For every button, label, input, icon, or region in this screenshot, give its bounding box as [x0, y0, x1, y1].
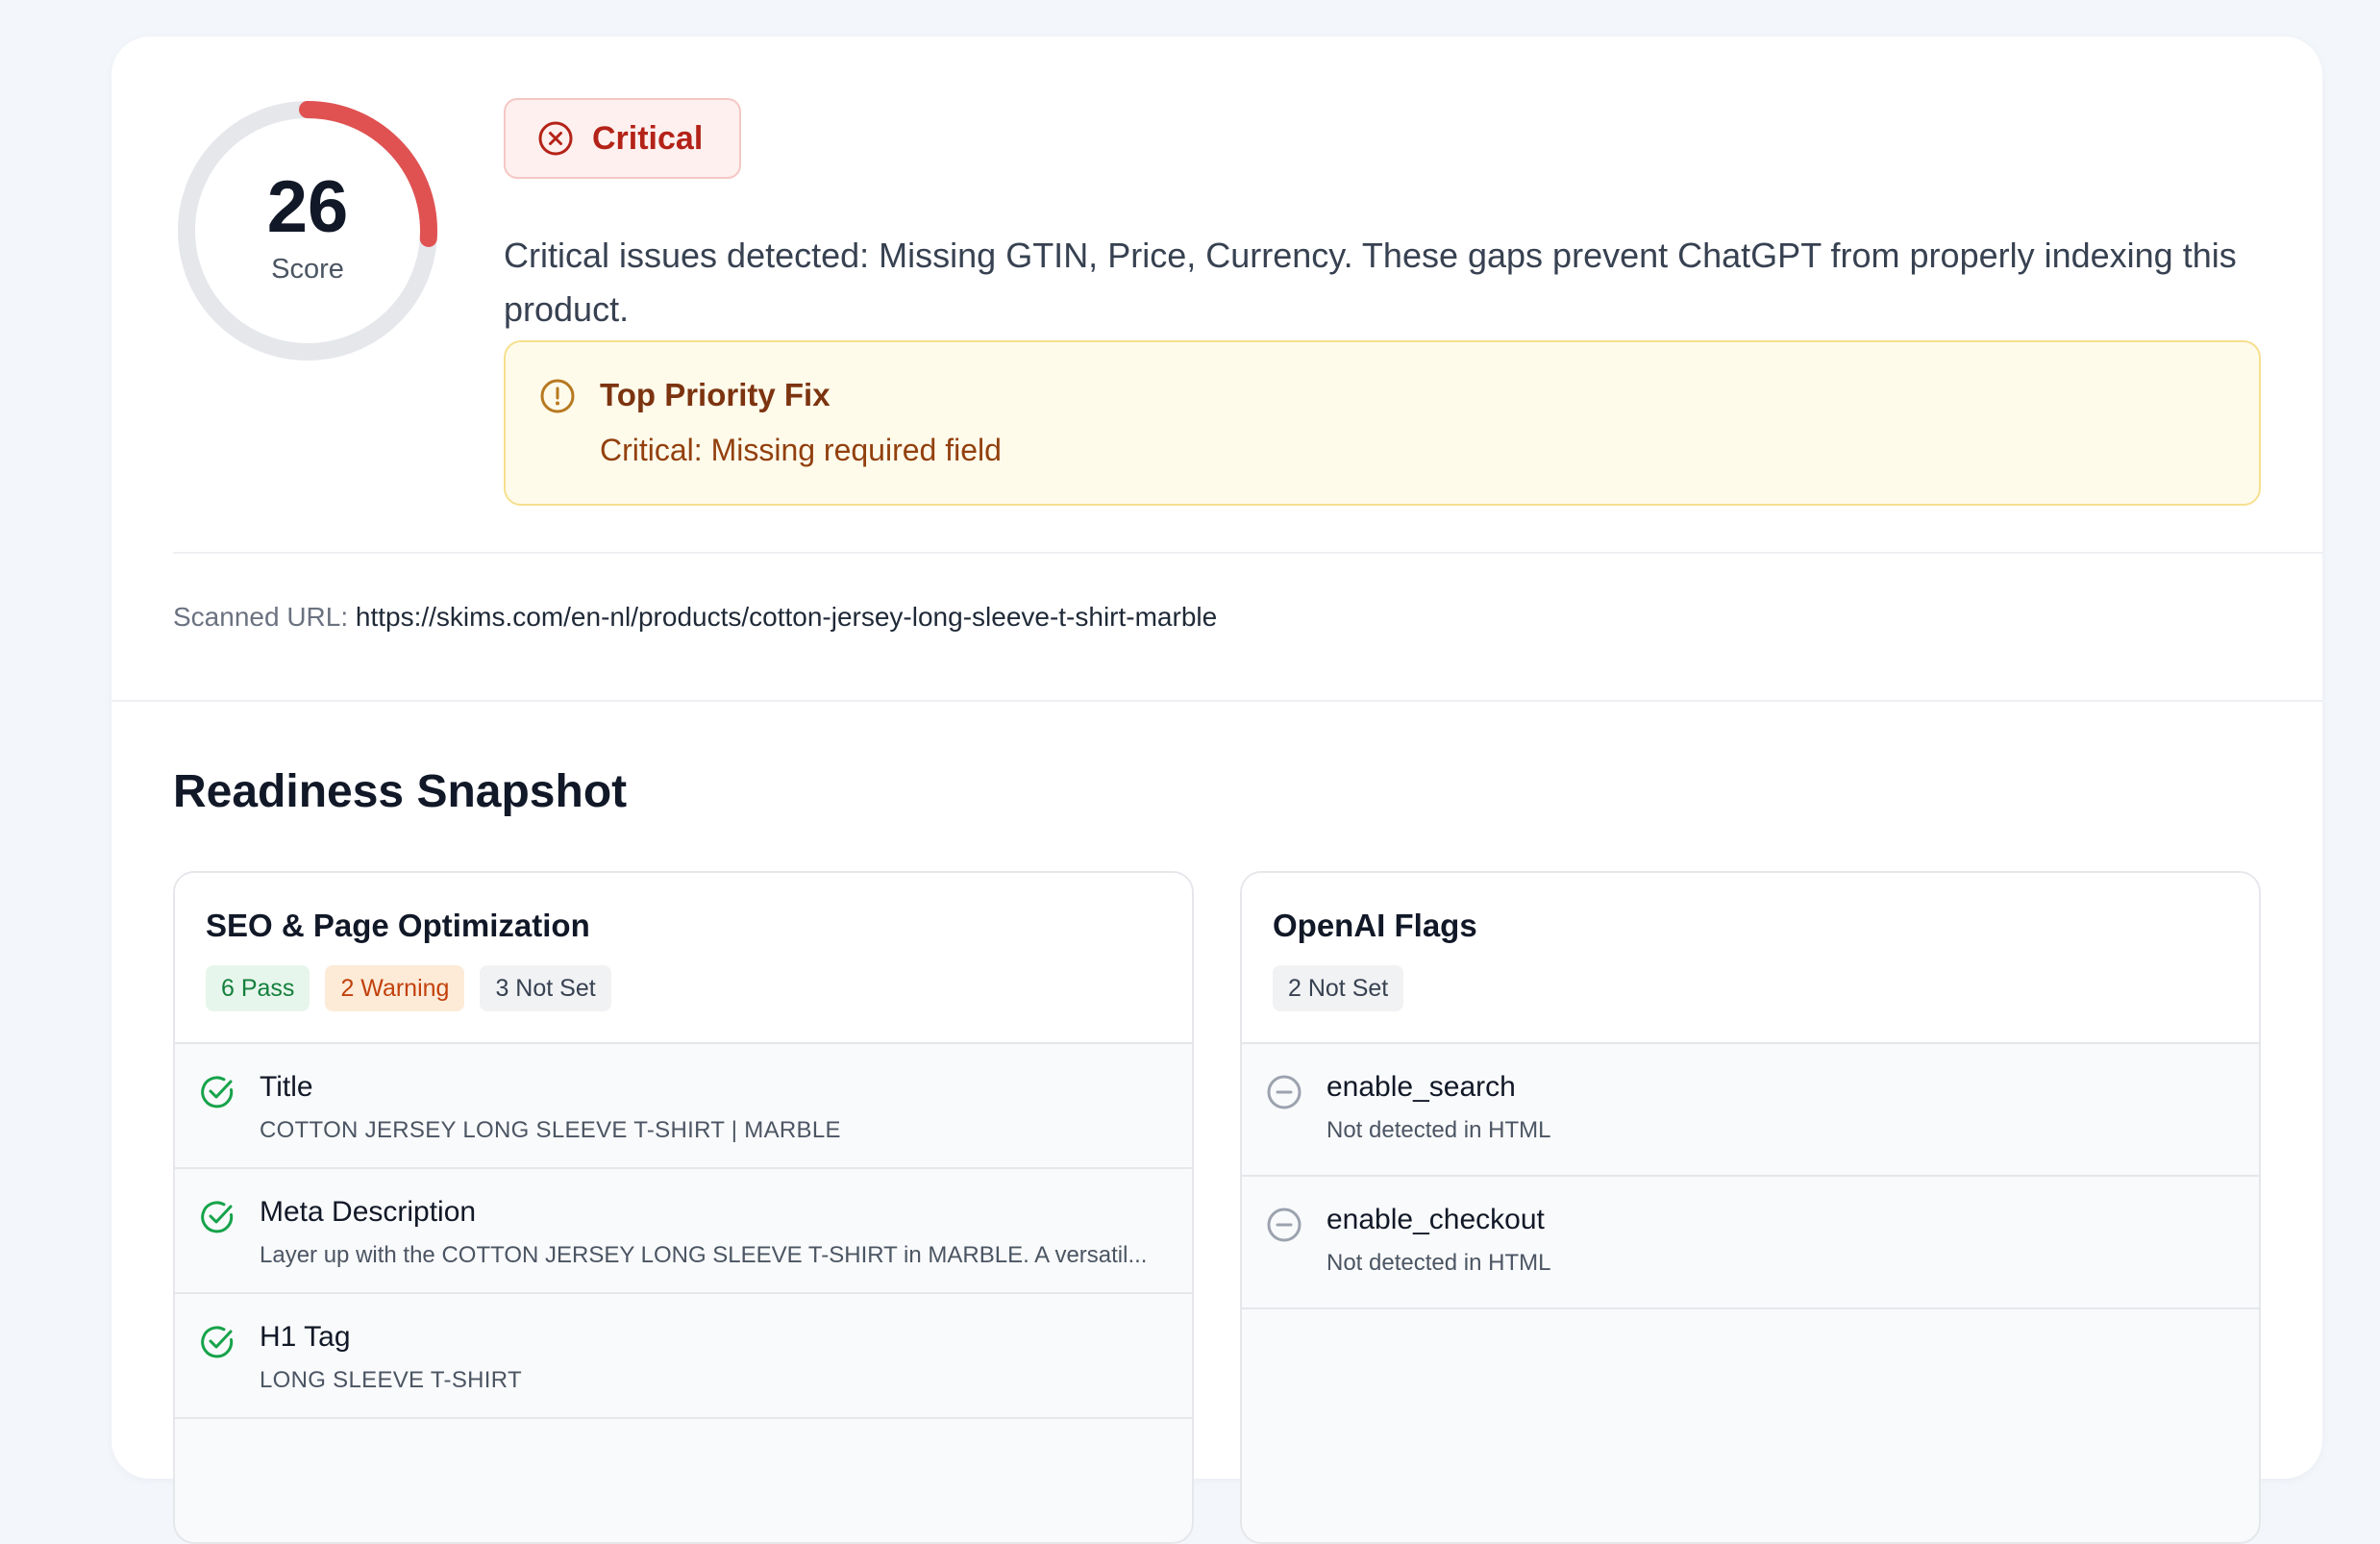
openai-flags-panel-title: OpenAI Flags: [1273, 908, 1477, 943]
openai-flag-enable-checkout-value: Not detected in HTML: [1326, 1250, 1551, 1276]
minus-circle-icon: [1267, 1075, 1302, 1109]
alert-circle-icon: [540, 379, 575, 413]
results-card: 26 Score Critical Critical issues detect…: [112, 37, 2322, 1544]
score-label: Score: [271, 253, 344, 285]
openai-flags-panel: OpenAI Flags 2 Not Set enable_search Not…: [1240, 871, 2261, 1544]
summary-text: Critical issues detected: Missing GTIN, …: [504, 236, 2237, 329]
seo-item-title-value: COTTON JERSEY LONG SLEEVE T-SHIRT | MARB…: [260, 1117, 841, 1143]
seo-item-h1-tag-value: LONG SLEEVE T-SHIRT: [260, 1367, 522, 1393]
seo-panel: SEO & Page Optimization 6 Pass 2 Warning…: [173, 871, 1194, 1544]
readiness-title: Readiness Snapshot: [173, 766, 628, 817]
openai-summary-chips: 2 Not Set: [1273, 965, 1404, 1011]
seo-item-meta-description-label: Meta Description: [260, 1196, 477, 1228]
warning-count-chip: 2 Warning: [325, 965, 465, 1011]
openai-flags-panel-header: OpenAI Flags 2 Not Set: [1242, 873, 2259, 1044]
priority-fix-text: Critical: Missing required field: [600, 433, 1002, 467]
priority-fix-callout: Top Priority Fix Critical: Missing requi…: [504, 340, 2261, 506]
check-circle-icon: [201, 1326, 234, 1358]
openai-flag-enable-checkout-label: enable_checkout: [1326, 1204, 1545, 1235]
seo-item-meta-description-value: Layer up with the COTTON JERSEY LONG SLE…: [260, 1242, 1148, 1268]
seo-item-meta-description[interactable]: Meta Description Layer up with the COTTO…: [175, 1169, 1192, 1294]
seo-item-title-label: Title: [260, 1071, 313, 1103]
score-ring: 26 Score: [173, 96, 442, 365]
check-circle-icon: [201, 1201, 234, 1233]
score-ring-text: 26 Score: [173, 96, 442, 365]
seo-panel-title: SEO & Page Optimization: [206, 908, 590, 943]
openai-flag-enable-search[interactable]: enable_search Not detected in HTML: [1242, 1044, 2259, 1177]
not-set-count-chip: 3 Not Set: [480, 965, 611, 1011]
pass-count-chip: 6 Pass: [206, 965, 310, 1011]
scanned-url: Scanned URL: https://skims.com/en-nl/pro…: [173, 602, 1217, 633]
status-badge: Critical: [504, 98, 742, 179]
status-label: Critical: [592, 119, 704, 157]
section-divider: [112, 700, 2322, 702]
seo-item-h1-tag[interactable]: H1 Tag LONG SLEEVE T-SHIRT: [175, 1294, 1192, 1419]
minus-circle-icon: [1267, 1208, 1302, 1242]
x-circle-icon: [538, 121, 573, 156]
seo-summary-chips: 6 Pass 2 Warning 3 Not Set: [206, 965, 611, 1011]
check-circle-icon: [201, 1076, 234, 1108]
seo-item-title[interactable]: Title COTTON JERSEY LONG SLEEVE T-SHIRT …: [175, 1044, 1192, 1169]
scanned-url-label: Scanned URL:: [173, 602, 349, 632]
not-set-count-chip: 2 Not Set: [1273, 965, 1404, 1011]
seo-panel-header: SEO & Page Optimization 6 Pass 2 Warning…: [175, 873, 1192, 1044]
scanned-url-link[interactable]: https://skims.com/en-nl/products/cotton-…: [356, 602, 1217, 632]
priority-fix-title: Top Priority Fix: [600, 377, 831, 412]
openai-flag-enable-search-value: Not detected in HTML: [1326, 1117, 1551, 1143]
seo-item-h1-tag-label: H1 Tag: [260, 1321, 351, 1353]
score-value: 26: [266, 165, 349, 248]
divider: [173, 552, 2322, 554]
openai-flag-enable-checkout[interactable]: enable_checkout Not detected in HTML: [1242, 1177, 2259, 1309]
openai-flag-enable-search-label: enable_search: [1326, 1071, 1516, 1103]
